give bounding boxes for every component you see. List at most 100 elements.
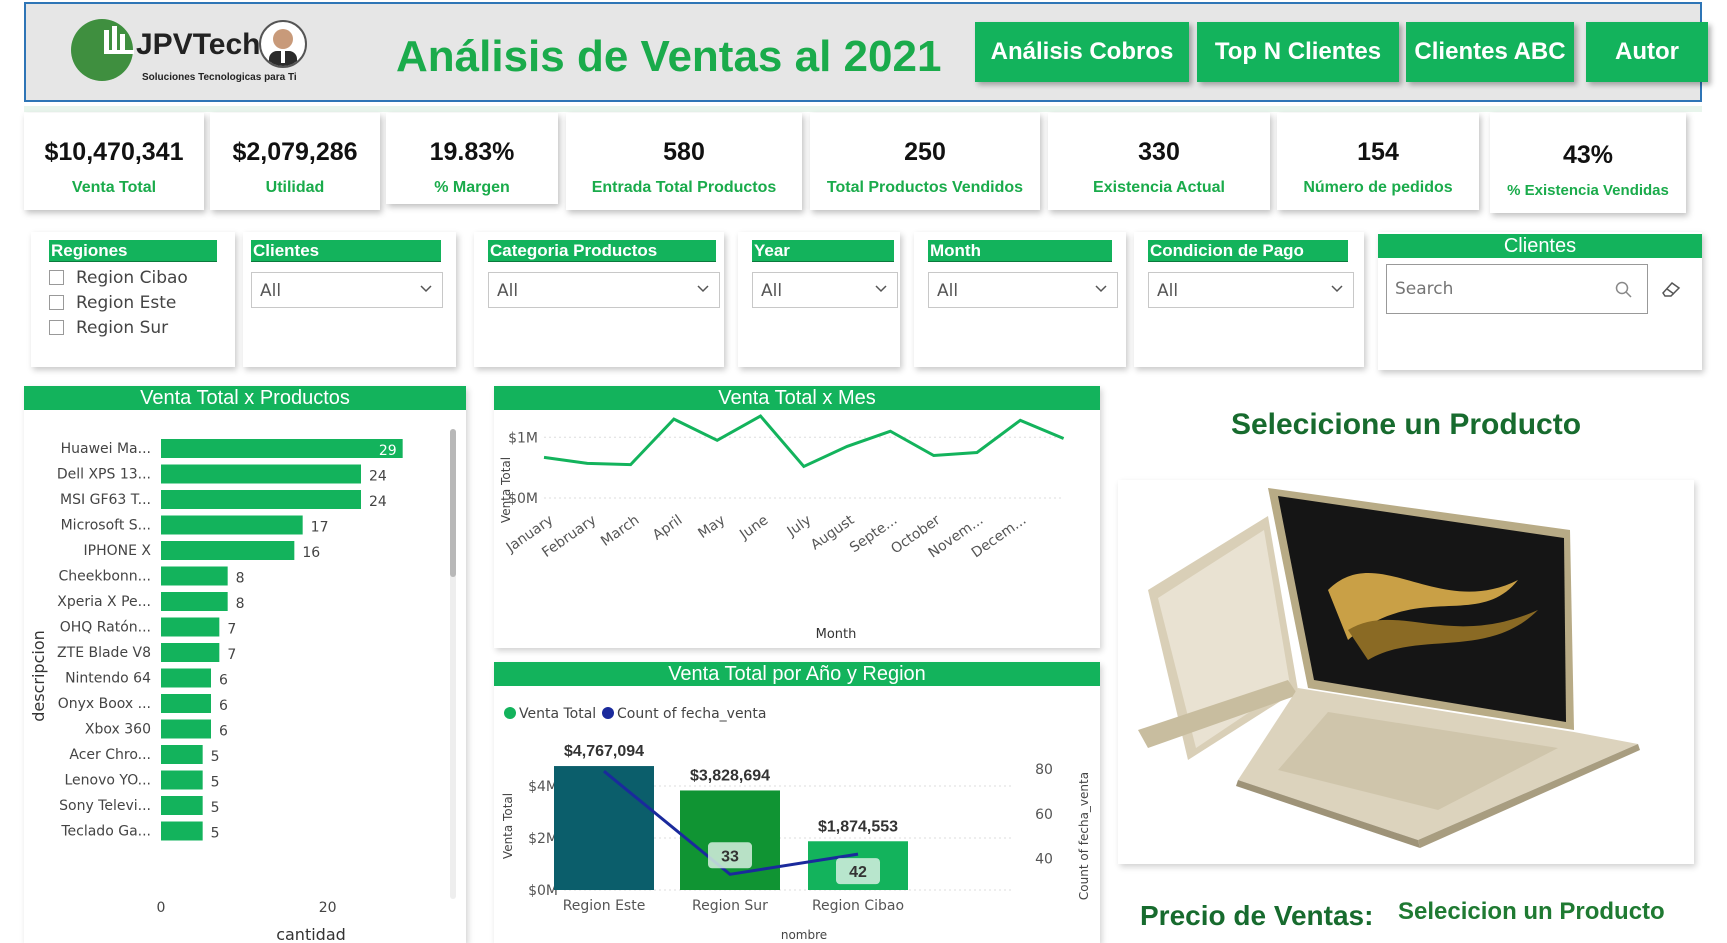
bar [161,643,220,662]
condicion-dropdown[interactable]: All [1148,272,1354,308]
nav-clientes-abc-button[interactable]: Clientes ABC [1406,22,1574,82]
kpi-value: 250 [904,138,946,166]
search-icon[interactable] [1615,281,1633,299]
checkbox-icon[interactable] [49,295,64,310]
slicer-title: Clientes [1378,234,1702,258]
bar-value-label: 6 [219,724,228,740]
bar [161,745,203,764]
region-combo-chart: Venta Total Count of fecha_venta Venta T… [501,706,1091,942]
dropdown-value: All [260,281,282,301]
x-tick-label: June [736,512,771,543]
nav-top-n-clientes-button[interactable]: Top N Clientes [1197,22,1399,82]
legend-venta-total: Venta Total [519,706,596,722]
checkbox-icon[interactable] [49,320,64,335]
kpi-venta-total: $10,470,341 Venta Total [24,113,204,210]
year-dropdown[interactable]: All [752,272,898,308]
bar-value-label: 7 [227,647,236,663]
kpi-margen: 19.83% % Margen [386,113,558,204]
header-divider [24,106,1702,112]
bar-category-label: Lenovo YO... [65,773,152,789]
month-dropdown[interactable]: All [928,272,1118,308]
bar-value-label: 7 [227,622,236,638]
precio-label: Precio de Ventas: [1140,900,1374,931]
y2-tick-label: 40 [1035,852,1053,868]
bar [161,719,211,739]
kpi-numero-pedidos: 154 Número de pedidos [1277,113,1479,210]
bar-value-label: 6 [219,673,228,689]
dropdown-value: All [937,281,959,301]
bar-value-label: 8 [236,596,245,612]
x-axis-title: cantidad [276,925,346,943]
kpi-value: 43% [1562,141,1614,169]
kpi-value: 19.83% [429,138,515,166]
logo-tagline: Soluciones Tecnologicas para Ti [142,72,297,83]
chevron-down-icon [697,285,709,293]
categoria-dropdown[interactable]: All [488,272,720,308]
x-axis-title: nombre [781,928,827,942]
precio-value: Selecicion un Producto [1398,898,1665,925]
bar [161,490,361,509]
laptop-image-icon [1138,488,1640,848]
x-tick-label: 20 [319,900,337,916]
x-tick-label: 0 [157,900,166,916]
kpi-existencia-actual: 330 Existencia Actual [1048,113,1270,210]
series-line [543,414,1065,469]
kpi-value: $10,470,341 [44,138,184,166]
chevron-down-icon [1095,285,1107,293]
eraser-icon[interactable] [1660,280,1682,298]
visual-title: Venta Total por Año y Region [494,662,1100,686]
checkbox-label: Region Este [76,293,177,313]
clientes-dropdown[interactable]: All [251,272,443,308]
y-tick-label: $0M [508,491,538,507]
kpi-label: Entrada Total Productos [591,179,777,196]
bar-category-label: Xperia X Pe... [57,594,151,610]
visual-title: Venta Total x Productos [24,386,466,410]
y2-tick-label: 80 [1035,762,1053,778]
bar [161,592,228,611]
bar [554,766,654,890]
kpi-existencia-vendidas: 43% % Existencia Vendidas [1490,113,1686,213]
legend-venta-total-icon [504,707,516,719]
logo-text: JPVTech [136,28,261,61]
bar-value-label: 29 [379,443,397,459]
x-tick-label: Region Sur [692,898,768,914]
bar [161,515,303,535]
checkbox-region-sur[interactable]: Region Sur [49,318,168,338]
y-tick-label: $4M [528,779,558,795]
nav-analisis-cobros-button[interactable]: Análisis Cobros [975,22,1189,82]
bar-value-label: $3,828,694 [690,767,770,784]
slicer-year: Year All [738,232,900,367]
bar [161,439,403,458]
bar-value-label: 16 [302,545,320,561]
bar-category-label: Acer Chro... [69,747,151,763]
bar [161,821,203,841]
bar-value-label: 5 [211,775,220,791]
y-axis-title: Venta Total [501,793,515,859]
nav-autor-button[interactable]: Autor [1586,22,1708,82]
bar-value-label: 5 [211,749,220,765]
bar [161,770,203,790]
clientes-search-box[interactable] [1386,264,1648,314]
bar-category-label: Teclado Ga... [60,824,151,840]
kpi-utilidad: $2,079,286 Utilidad [210,113,380,210]
bar-value-label: 5 [211,800,220,816]
legend-count-icon [602,707,614,719]
y-axis-title: descripcion [29,630,48,721]
kpi-label: Existencia Actual [1093,179,1225,196]
chevron-down-icon [875,285,887,293]
scrollbar-thumb[interactable] [450,429,456,577]
x-tick-label: May [695,512,728,542]
checkbox-icon[interactable] [49,270,64,285]
bar-category-label: Sony Televi... [59,798,151,814]
search-input[interactable] [1395,277,1595,301]
kpi-label: Venta Total [71,179,157,196]
y-axis-title: Venta Total [499,457,513,523]
kpi-label: % Existencia Vendidas [1507,182,1669,199]
x-tick-label: Region Cibao [812,898,904,914]
checkbox-region-cibao[interactable]: Region Cibao [49,268,188,288]
bar [161,668,211,688]
slicer-title: Categoria Productos [488,240,716,262]
checkbox-region-este[interactable]: Region Este [49,293,176,313]
kpi-label: Total Productos Vendidos [826,179,1024,196]
bar-category-label: Xbox 360 [85,722,151,738]
